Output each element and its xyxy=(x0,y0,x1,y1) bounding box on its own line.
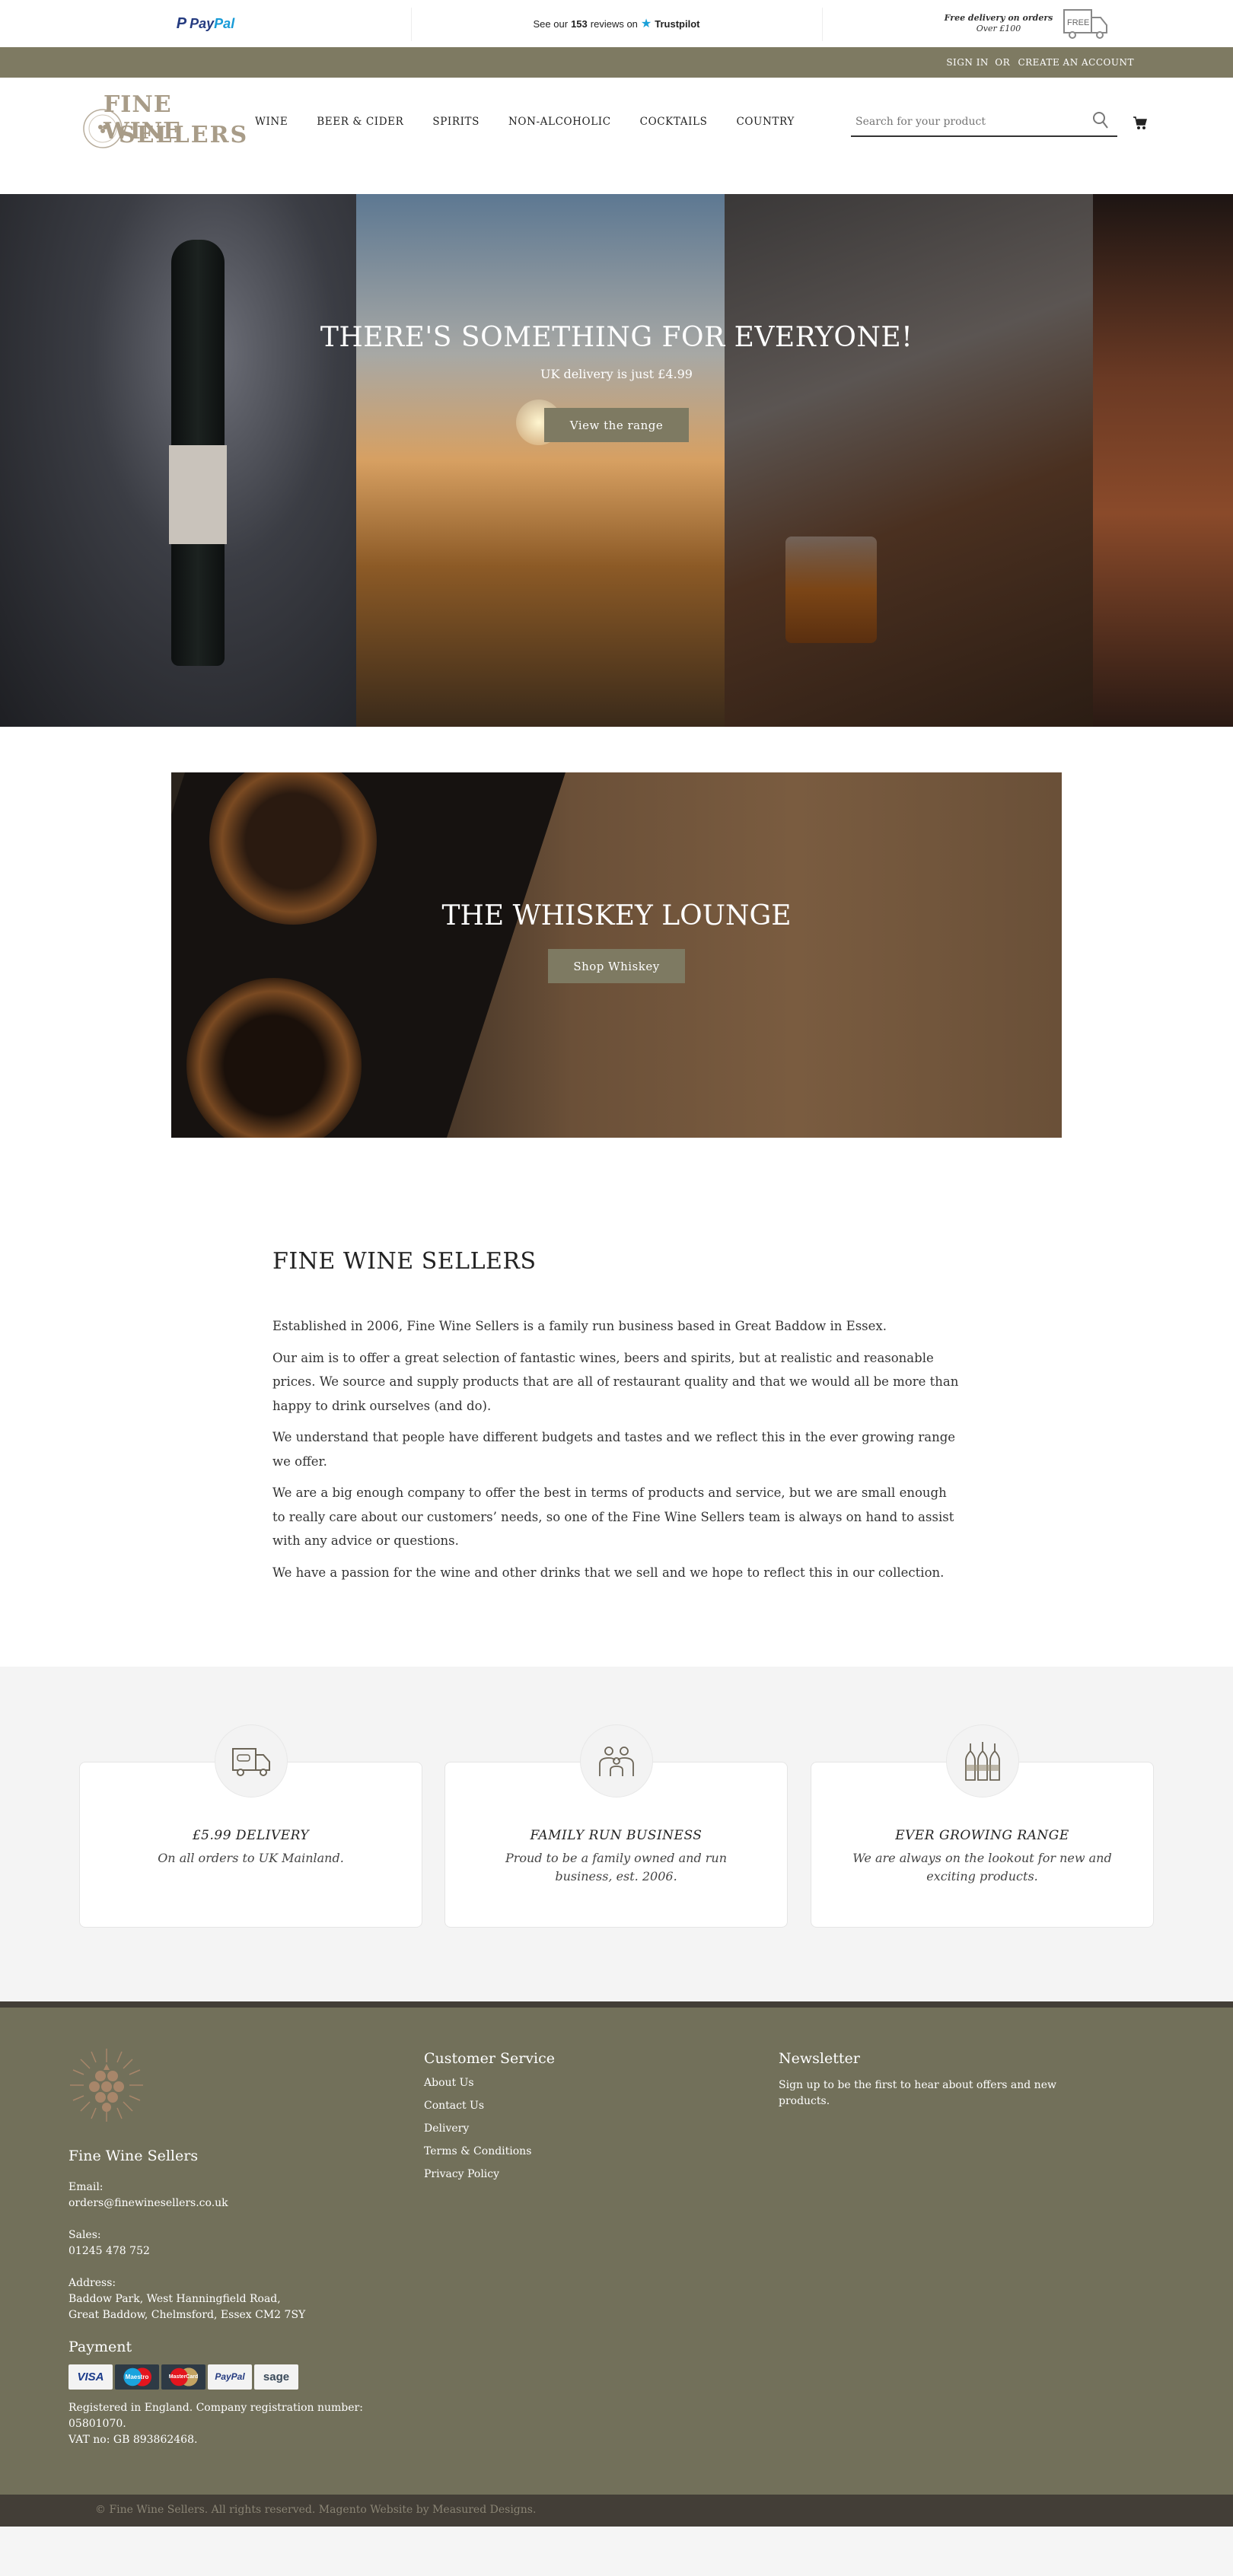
feature-text: On all orders to UK Mainland. xyxy=(158,1851,344,1865)
main-nav: WINE BEER & CIDER SPIRITS NON-ALCOHOLIC … xyxy=(255,116,795,128)
feature-card-range: EVER GROWING RANGE We are always on the … xyxy=(811,1724,1154,1928)
about-paragraph: We have a passion for the wine and other… xyxy=(272,1565,945,1580)
footer-divider xyxy=(0,2001,1233,2008)
logo[interactable]: FINE WINE SELLERS xyxy=(82,91,247,152)
footer-phone[interactable]: 01245 478 752 xyxy=(68,2243,388,2259)
sign-in-link[interactable]: SIGN IN xyxy=(946,57,989,68)
newsletter-text: Sign up to be the first to hear about of… xyxy=(779,2079,1056,2107)
hero-banner[interactable]: THERE'S SOMETHING FOR EVERYONE! UK deliv… xyxy=(0,194,1233,727)
hero-image-beer-sunset xyxy=(356,194,725,727)
shop-whiskey-button[interactable]: Shop Whiskey xyxy=(548,949,685,983)
view-range-button[interactable]: View the range xyxy=(544,408,689,442)
cart-icon[interactable] xyxy=(1133,116,1148,131)
hero-image-whiskey-pour xyxy=(725,194,1093,727)
customer-service-title: Customer Service xyxy=(424,2050,556,2067)
hero-image-iced-drink xyxy=(1093,194,1233,727)
top-promo-bar: P Pay Pal See our 153 reviews on ★ Trustpi… xyxy=(0,0,1233,47)
footer-link-contact-us[interactable]: Contact Us xyxy=(424,2094,728,2117)
delivery-truck-icon xyxy=(231,1748,270,1776)
whiskey-lounge-banner[interactable]: THE WHISKEY LOUNGE Shop Whiskey xyxy=(171,772,1062,1138)
trustpilot-badge[interactable]: See our 153 reviews on ★ Trustpilot xyxy=(411,0,822,47)
hero-subtitle: UK delivery is just £4.99 xyxy=(540,367,693,381)
footer-link-terms[interactable]: Terms & Conditions xyxy=(424,2140,728,2163)
nav-cocktails[interactable]: COCKTAILS xyxy=(640,116,708,128)
feature-text: Proud to be a family owned and run busin… xyxy=(505,1851,728,1883)
visa-icon: VISA xyxy=(68,2364,113,2390)
feature-title: £5.99 DELIVERY xyxy=(192,1828,310,1843)
footer-company-name: Fine Wine Sellers xyxy=(68,2148,199,2164)
copyright-text: © Fine Wine Sellers. All rights reserved… xyxy=(95,2504,537,2516)
about-title: FINE WINE SELLERS xyxy=(272,1248,537,1275)
footer-address: Great Baddow, Chelmsford, Essex CM2 7SY xyxy=(68,2309,306,2321)
about-paragraph: We are a big enough company to offer the… xyxy=(272,1485,954,1548)
feature-text: We are always on the lookout for new and… xyxy=(852,1851,1112,1883)
payment-methods: VISA Maestro MasterCard PayPal sage xyxy=(68,2364,388,2390)
hero-image-wine-bottle xyxy=(0,194,356,727)
trustpilot-star-icon: ★ xyxy=(640,18,652,30)
about-section: FINE WINE SELLERS Established in 2006, F… xyxy=(272,1248,961,1592)
footer-link-delivery[interactable]: Delivery xyxy=(424,2117,728,2140)
nav-non-alcoholic[interactable]: NON-ALCOHOLIC xyxy=(508,116,611,128)
nav-country[interactable]: COUNTRY xyxy=(736,116,794,128)
features-section: £5.99 DELIVERY On all orders to UK Mainl… xyxy=(0,1667,1233,2001)
feature-card-family: FAMILY RUN BUSINESS Proud to be a family… xyxy=(444,1724,788,1928)
feature-title: EVER GROWING RANGE xyxy=(895,1828,1069,1843)
footer-address: Baddow Park, West Hanningfield Road, xyxy=(68,2293,281,2305)
newsletter-title: Newsletter xyxy=(779,2050,860,2067)
grape-logo-icon xyxy=(70,2049,143,2122)
bottles-icon xyxy=(964,1742,1000,1781)
paypal-icon: P xyxy=(176,14,187,32)
search-input[interactable] xyxy=(851,108,1117,137)
site-header: FINE WINE SELLERS WINE BEER & CIDER SPIR… xyxy=(0,78,1233,194)
review-count: 153 xyxy=(571,18,588,30)
hero-title: THERE'S SOMETHING FOR EVERYONE! xyxy=(320,322,913,353)
paypal-icon: PayPal xyxy=(208,2364,252,2390)
nav-wine[interactable]: WINE xyxy=(255,116,288,128)
about-paragraph: Our aim is to offer a great selection of… xyxy=(272,1350,959,1413)
copyright-bar: © Fine Wine Sellers. All rights reserved… xyxy=(0,2495,1233,2527)
footer-link-about-us[interactable]: About Us xyxy=(424,2071,728,2094)
free-delivery-badge: Free delivery on orders Over £100 FREE xyxy=(822,0,1233,47)
free-delivery-truck-icon: FREE xyxy=(1063,9,1108,39)
account-bar: SIGN IN OR CREATE AN ACCOUNT xyxy=(0,47,1233,78)
payment-title: Payment xyxy=(68,2339,132,2355)
footer-link-privacy[interactable]: Privacy Policy xyxy=(424,2163,728,2186)
family-icon xyxy=(598,1747,634,1776)
about-paragraph: We understand that people have different… xyxy=(272,1430,956,1469)
footer-email-link[interactable]: orders@finewinesellers.co.uk xyxy=(68,2195,388,2211)
about-paragraph: Established in 2006, Fine Wine Sellers i… xyxy=(272,1319,887,1333)
vat-info: VAT no: GB 893862468. xyxy=(68,2434,198,2446)
feature-title: FAMILY RUN BUSINESS xyxy=(530,1828,703,1843)
nav-beer-cider[interactable]: BEER & CIDER xyxy=(317,116,403,128)
search-icon[interactable] xyxy=(1092,111,1109,129)
paypal-badge: P Pay Pal xyxy=(0,0,411,47)
paypal-pay-text: Pay xyxy=(190,15,215,31)
feature-card-delivery: £5.99 DELIVERY On all orders to UK Mainl… xyxy=(79,1724,422,1928)
page-bottom-spacer xyxy=(0,2527,1233,2576)
create-account-link[interactable]: CREATE AN ACCOUNT xyxy=(1018,57,1134,68)
maestro-icon: Maestro xyxy=(115,2364,159,2390)
paypal-pal-text: Pal xyxy=(214,15,235,31)
whiskey-title: THE WHISKEY LOUNGE xyxy=(441,900,792,931)
sage-icon: sage xyxy=(254,2364,298,2390)
site-footer: Fine Wine Sellers Email: orders@finewine… xyxy=(0,2008,1233,2495)
svg-text:FREE: FREE xyxy=(1067,18,1089,27)
mastercard-icon: MasterCard xyxy=(161,2364,206,2390)
newsletter-column: Newsletter Sign up to be the first to he… xyxy=(779,2050,1098,2110)
registration-info: Registered in England. Company registrat… xyxy=(68,2402,363,2414)
customer-service-column: Customer Service About Us Contact Us Del… xyxy=(424,2050,728,2186)
nav-spirits[interactable]: SPIRITS xyxy=(432,116,480,128)
logo-text-line2: SELLERS xyxy=(119,122,249,148)
